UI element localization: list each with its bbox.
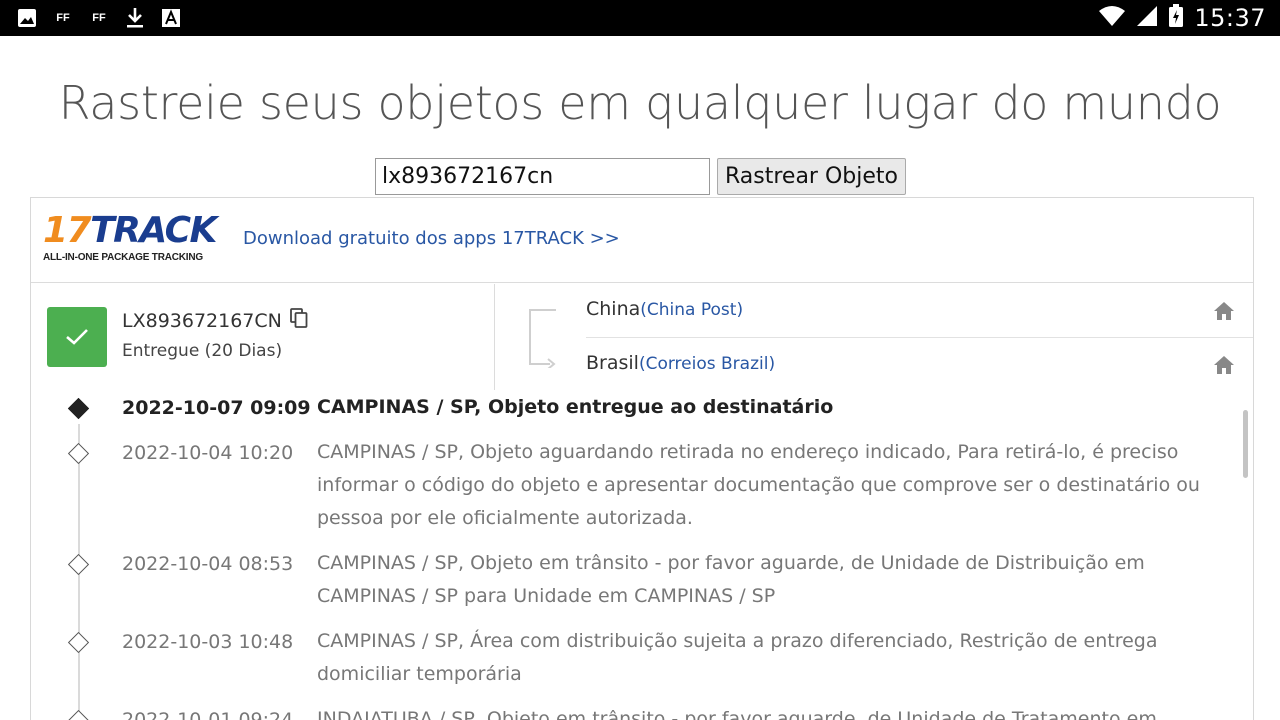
origin-carrier-link[interactable]: (China Post): [640, 300, 743, 320]
tracking-search-input[interactable]: [375, 158, 710, 195]
delivered-check-icon: [47, 307, 107, 367]
timeline-marker-icon: [67, 709, 90, 720]
ff-icon: FF: [56, 12, 70, 24]
event-time: 2022-10-07 09:09: [122, 397, 311, 419]
track-object-button[interactable]: Rastrear Objeto: [717, 158, 906, 195]
battery-charging-icon: [1168, 3, 1184, 33]
signal-icon: [1136, 5, 1158, 32]
wifi-icon: [1098, 5, 1126, 32]
destination-carrier-link[interactable]: (Correios Brazil): [639, 354, 775, 374]
event-description: CAMPINAS / SP, Objeto em trânsito - por …: [317, 552, 1145, 607]
clock: 15:37: [1194, 4, 1266, 32]
route-info: China(China Post) Brasil(Correios Brazil…: [496, 284, 1253, 390]
event-time: 2022-10-04 10:20: [122, 442, 294, 464]
timeline-marker-filled-icon: [67, 397, 90, 420]
home-icon[interactable]: [1213, 300, 1235, 322]
timeline-marker-icon: [67, 442, 90, 465]
image-icon: [16, 7, 38, 29]
copy-icon[interactable]: [289, 308, 308, 333]
timeline-scrollbar[interactable]: [1243, 410, 1248, 478]
ff-icon: FF: [92, 12, 106, 24]
event-description: INDAIATUBA / SP, Objeto em trânsito - po…: [317, 708, 1157, 720]
download-apps-link[interactable]: Download gratuito dos apps 17TRACK >>: [243, 228, 620, 249]
status-bar: FF FF 15:37: [0, 0, 1280, 36]
tracking-number: LX893672167CN: [122, 309, 282, 332]
package-summary: LX893672167CN Entregue (20 Dias): [31, 284, 495, 390]
event-time: 2022-10-03 10:48: [122, 631, 294, 653]
17track-logo[interactable]: 17TRACK ALL-IN-ONE PACKAGE TRACKING: [43, 212, 225, 264]
event-description: CAMPINAS / SP, Área com distribuição suj…: [317, 630, 1158, 685]
page-title: Rastreie seus objetos em qualquer lugar …: [58, 76, 1222, 130]
download-icon: [124, 7, 146, 29]
event-description: CAMPINAS / SP, Objeto entregue ao destin…: [317, 396, 834, 418]
route-origin: China(China Post): [586, 284, 1253, 338]
tracking-card: 17TRACK ALL-IN-ONE PACKAGE TRACKING Down…: [30, 197, 1254, 720]
home-icon[interactable]: [1213, 354, 1235, 376]
timeline-marker-icon: [67, 631, 90, 654]
origin-country: China: [586, 298, 641, 320]
event-time: 2022-10-04 08:53: [122, 553, 294, 575]
event-description: CAMPINAS / SP, Objeto aguardando retirad…: [317, 441, 1200, 529]
tracking-timeline: 2022-10-07 09:09 CAMPINAS / SP, Objeto e…: [31, 394, 1253, 720]
delivery-status: Entregue (20 Dias): [122, 341, 283, 361]
route-destination: Brasil(Correios Brazil): [586, 338, 1253, 392]
timeline-marker-icon: [67, 553, 90, 576]
font-icon: [160, 7, 182, 29]
route-connector-icon: [529, 309, 556, 368]
card-header: 17TRACK ALL-IN-ONE PACKAGE TRACKING Down…: [31, 198, 1253, 283]
destination-country: Brasil: [586, 352, 639, 374]
event-time: 2022-10-01 09:24: [122, 709, 294, 720]
